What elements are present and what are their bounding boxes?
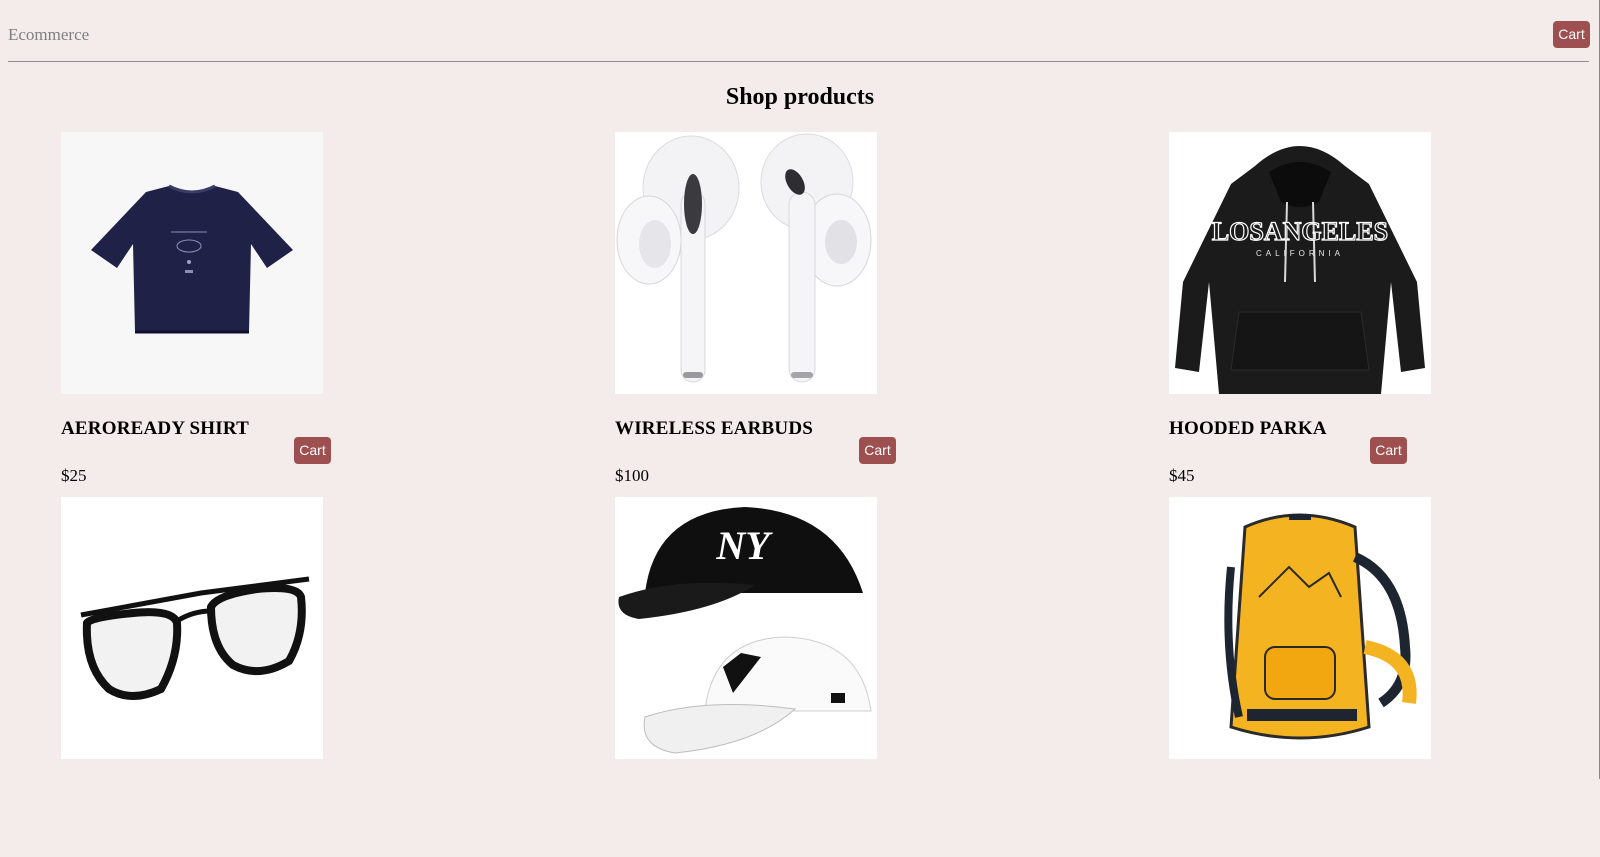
add-to-cart-button[interactable]: Cart <box>294 437 331 464</box>
product-price: $25 <box>61 466 87 485</box>
product-image-hoodie[interactable]: LOSANGELES CALIFORNIA <box>1169 132 1431 394</box>
product-image-backpack[interactable] <box>1169 497 1431 759</box>
product-image-earbuds[interactable] <box>615 132 877 394</box>
product-card-backpack <box>1169 497 1509 857</box>
site-header: Ecommerce Cart <box>8 0 1590 62</box>
product-card-glasses <box>61 497 401 857</box>
svg-text:NY: NY <box>715 523 773 568</box>
product-card-hooded-parka: LOSANGELES CALIFORNIA HOODED PARKA Cart … <box>1169 132 1509 492</box>
product-name: AEROREADY SHIRT <box>61 418 249 439</box>
header-cart-button[interactable]: Cart <box>1553 21 1590 48</box>
add-to-cart-button[interactable]: Cart <box>1370 437 1407 464</box>
product-image-tshirt[interactable] <box>61 132 323 394</box>
product-image-glasses[interactable] <box>61 497 323 759</box>
product-name: HOODED PARKA <box>1169 418 1327 439</box>
hoodie-print-text: LOSANGELES <box>1212 217 1388 246</box>
page-title: Shop products <box>725 84 875 110</box>
hoodie-print-subtext: CALIFORNIA <box>1256 249 1344 258</box>
product-card-wireless-earbuds: WIRELESS EARBUDS Cart $100 <box>615 132 955 492</box>
product-image-caps[interactable]: NY <box>615 497 877 759</box>
product-card-aeroready-shirt: AEROREADY SHIRT Cart $25 <box>61 132 401 492</box>
product-price: $100 <box>615 466 649 485</box>
add-to-cart-button[interactable]: Cart <box>859 437 896 464</box>
product-name: WIRELESS EARBUDS <box>615 418 814 439</box>
brand-name[interactable]: Ecommerce <box>8 25 89 45</box>
product-card-caps: NY <box>615 497 955 857</box>
product-price: $45 <box>1169 466 1195 485</box>
